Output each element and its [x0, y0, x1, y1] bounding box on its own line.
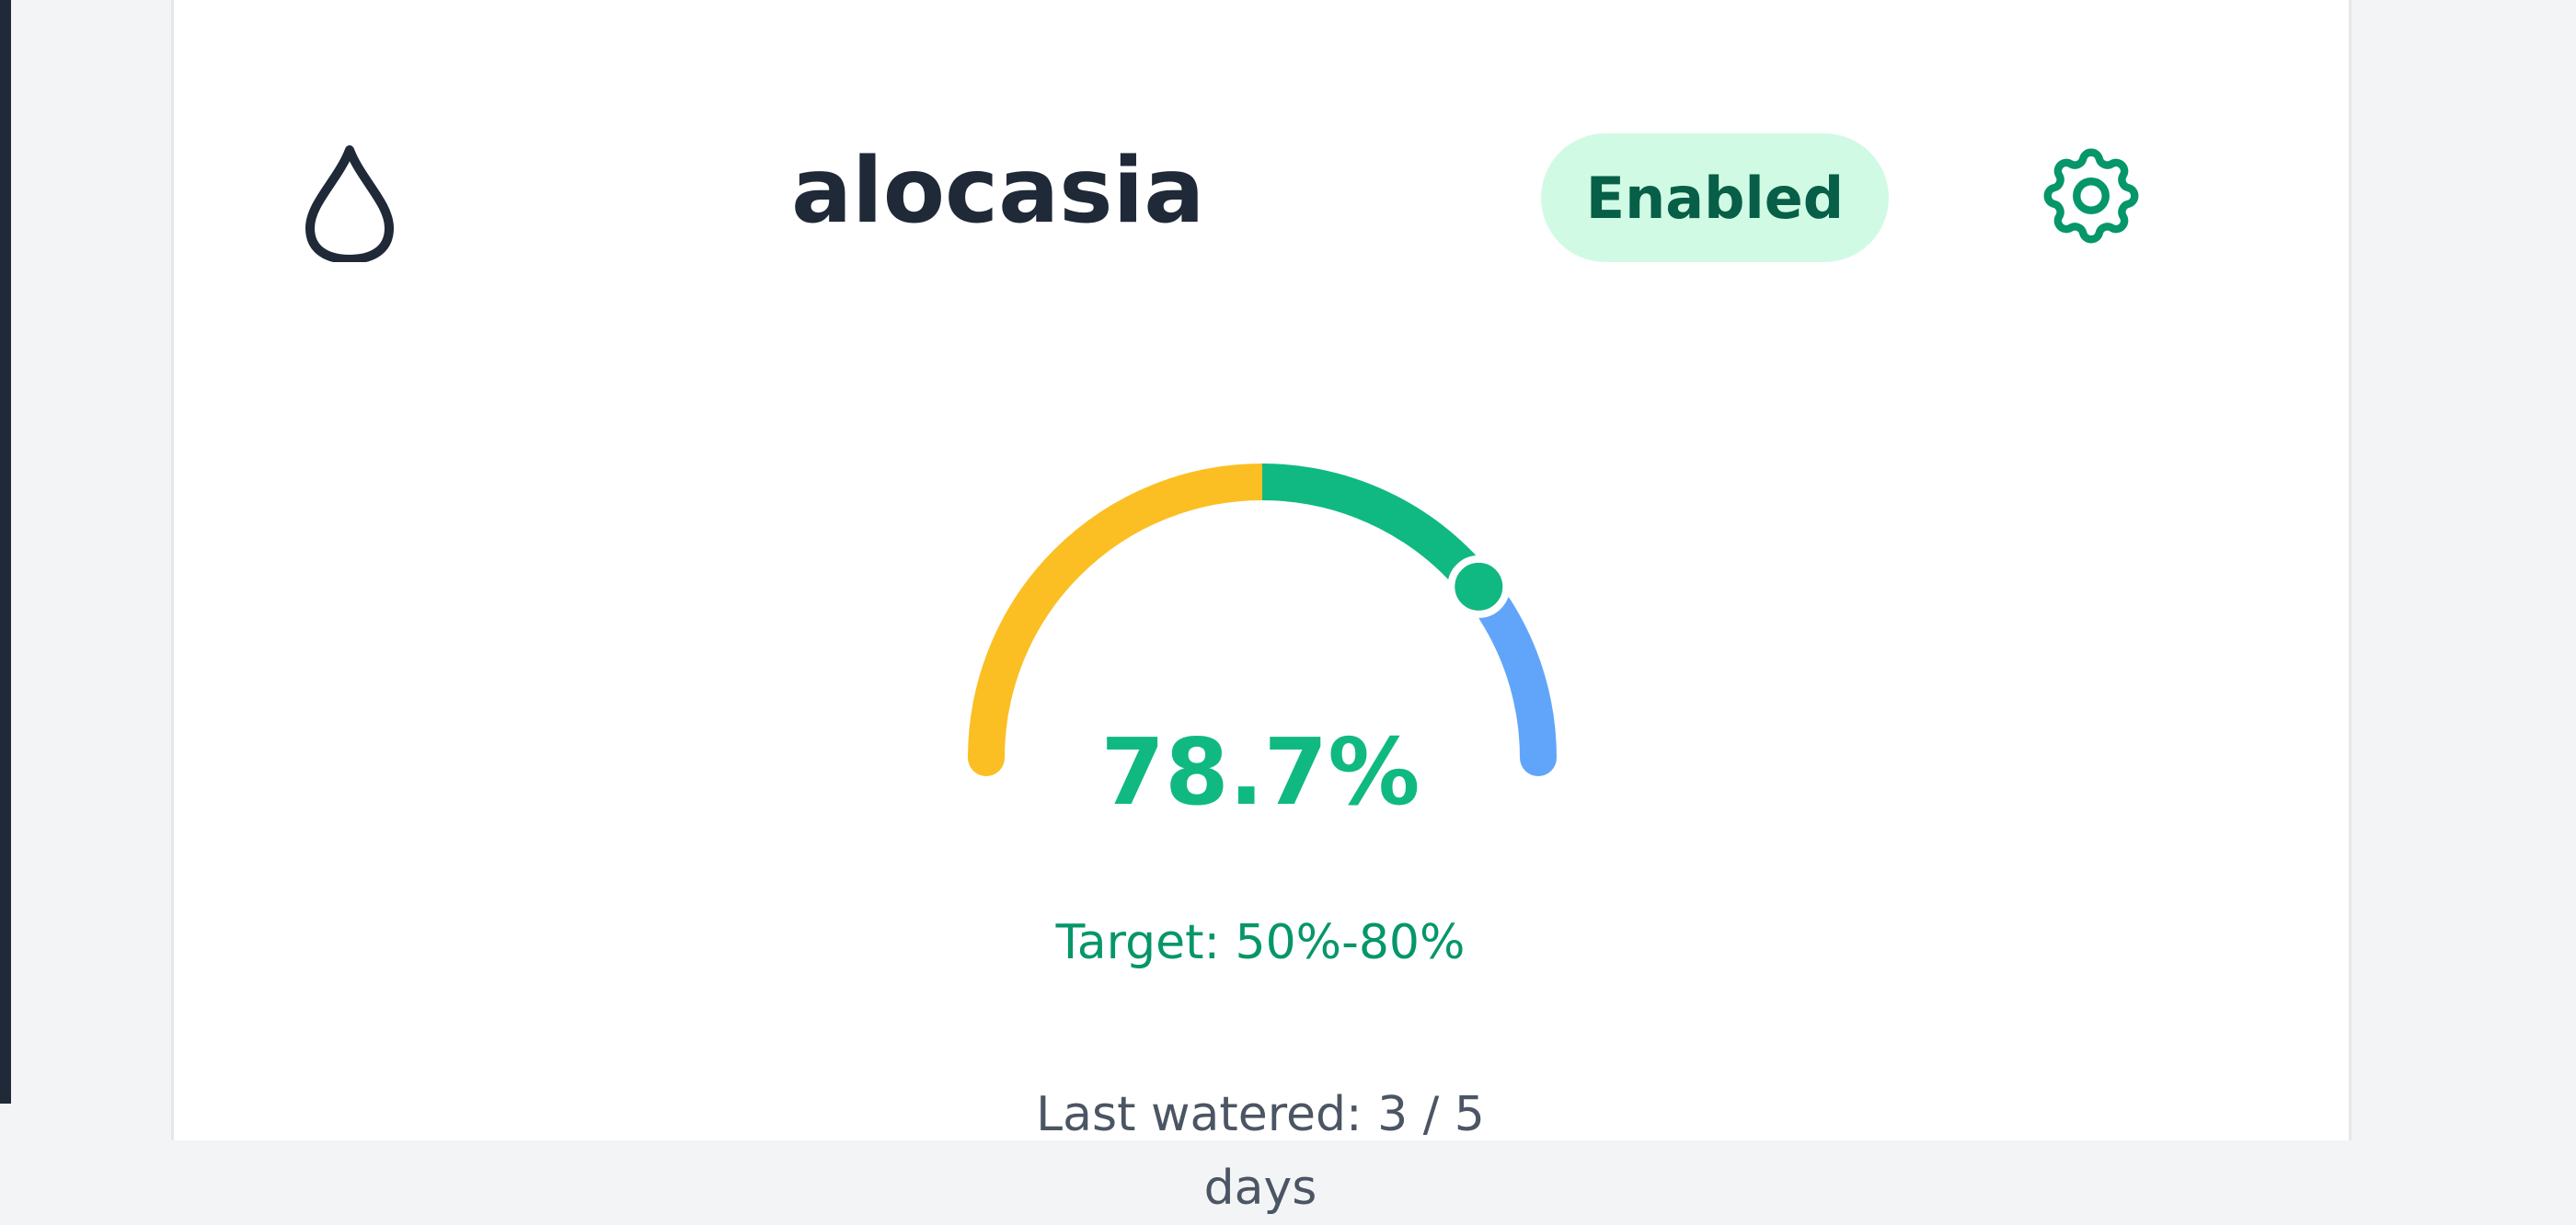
target-range-label: Target: 50%-80%	[1055, 915, 1466, 970]
gauge-high-range-arc	[1477, 591, 1557, 776]
moisture-value: 78.7%	[1100, 718, 1420, 826]
gauge-value-marker	[1447, 555, 1511, 618]
last-watered-text: Last watered: 3 / 5 days	[1036, 1087, 1485, 1216]
gauge-low-range-arc	[968, 464, 1281, 776]
